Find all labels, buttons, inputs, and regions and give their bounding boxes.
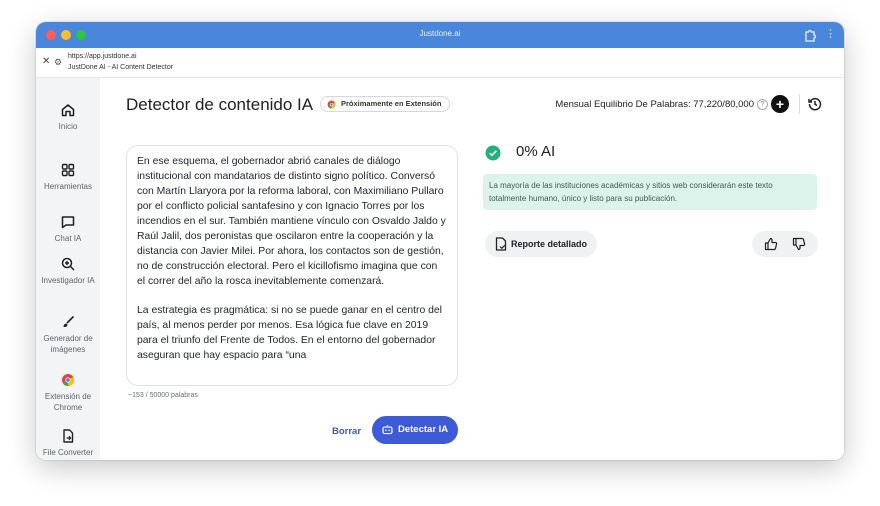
history-icon[interactable]: [807, 96, 823, 112]
file-convert-icon: [63, 429, 74, 443]
chat-icon: [61, 216, 75, 229]
sidebar-item-label: Investigador IA: [41, 276, 95, 285]
page-title-text: JustDone AI - AI Content Detector: [68, 64, 174, 71]
word-balance: Mensual Equilibrio De Palabras: 77,220/8…: [555, 99, 754, 110]
robot-icon: [382, 425, 393, 435]
detect-label: Detectar IA: [398, 424, 449, 435]
page-title: Detector de contenido IA: [126, 95, 314, 114]
url-text[interactable]: https://app.justdone.ai: [68, 53, 137, 60]
close-icon[interactable]: ✕: [42, 56, 50, 67]
search-plus-icon: [61, 257, 75, 271]
chrome-icon: [327, 100, 336, 109]
help-icon[interactable]: ?: [757, 99, 768, 110]
sidebar-item-label: File Converter: [42, 448, 94, 457]
sidebar-item-chat-ia[interactable]: Chat IA: [36, 214, 100, 244]
sidebar-item-label: Extensión de Chrome: [44, 392, 92, 412]
badge-label: Próximamente en Extensión: [341, 99, 442, 108]
home-icon: [61, 104, 75, 117]
sidebar-item-label: Herramientas: [43, 182, 92, 191]
editor-paragraph: La estrategia es pragmática: si no se pu…: [137, 305, 442, 361]
ai-score: 0% AI: [516, 143, 556, 160]
address-bar: ✕ ⚙ https://app.justdone.ai JustDone AI …: [36, 48, 844, 78]
more-menu-icon[interactable]: ⋮: [825, 27, 836, 40]
detailed-report-button[interactable]: Reporte detallado: [485, 231, 598, 257]
sidebar-item-herramientas[interactable]: Herramientas: [36, 162, 100, 192]
title-bar: Justdone.ai ⋮: [36, 22, 844, 48]
editor-paragraph: En ese esquema, el gobernador abrió cana…: [137, 156, 446, 287]
coming-soon-badge[interactable]: Próximamente en Extensión: [320, 96, 451, 112]
extension-puzzle-icon[interactable]: [802, 27, 818, 43]
thumbs-down-icon[interactable]: [792, 237, 806, 251]
brush-icon: [63, 315, 75, 327]
add-words-button[interactable]: +: [771, 95, 789, 113]
clear-button[interactable]: Borrar: [332, 426, 361, 437]
site-settings-icon[interactable]: ⚙: [54, 57, 62, 68]
check-circle-icon: [485, 145, 501, 161]
text-input-area[interactable]: En ese esquema, el gobernador abrió cana…: [126, 145, 458, 386]
sidebar-item-label: Chat IA: [54, 234, 82, 243]
sidebar-item-generador-imagenes[interactable]: Generador de imágenes: [36, 314, 100, 355]
word-count: ~153 / 50000 palabras: [128, 392, 198, 399]
grid-icon: [61, 163, 75, 177]
thumbs-up-icon[interactable]: [764, 237, 778, 251]
sidebar-item-label: Inicio: [58, 122, 78, 131]
report-label: Reporte detallado: [511, 239, 588, 249]
sidebar-item-extension-chrome[interactable]: Extensión de Chrome: [36, 372, 100, 413]
window-title: Justdone.ai: [419, 29, 461, 38]
sidebar: Inicio Herramientas Chat IA Investigador…: [36, 78, 100, 460]
sidebar-item-investigador-ia[interactable]: Investigador IA: [36, 256, 100, 286]
chrome-icon: [62, 374, 75, 386]
feedback-group: [752, 231, 818, 257]
divider: [799, 94, 800, 114]
sidebar-item-file-converter[interactable]: File Converter: [36, 428, 100, 458]
sidebar-item-inicio[interactable]: Inicio: [36, 102, 100, 132]
result-note: La mayoría de las instituciones académic…: [483, 174, 817, 210]
sidebar-item-label: Generador de imágenes: [43, 334, 93, 354]
detect-ai-button[interactable]: Detectar IA: [372, 416, 458, 444]
report-icon: [495, 237, 507, 251]
